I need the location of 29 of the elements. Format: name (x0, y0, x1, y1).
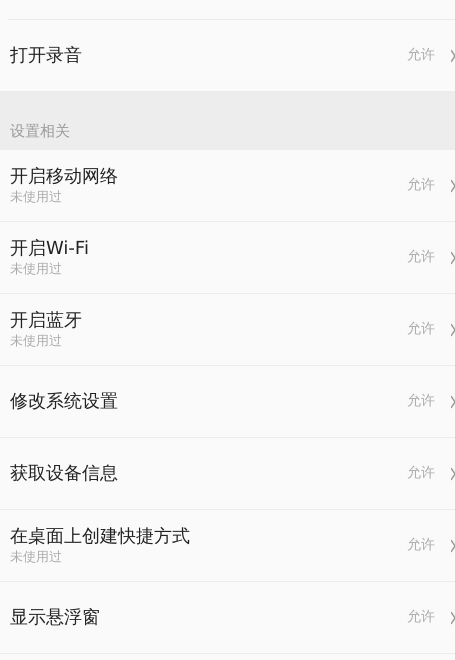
chevron-icon (451, 48, 455, 62)
permission-value: 允许 (407, 392, 435, 411)
permission-title: 在桌面上创建快捷方式 (10, 525, 191, 549)
permission-value: 允许 (407, 608, 435, 627)
permission-value: 允许 (407, 248, 435, 267)
chevron-icon (451, 322, 455, 336)
permission-value: 允许 (407, 536, 435, 555)
permission-value: 允许 (407, 464, 435, 483)
permission-title: 修改系统设置 (10, 390, 119, 414)
permission-value: 允许 (407, 46, 435, 65)
permission-title: 开启Wi-Fi (10, 237, 90, 261)
chevron-icon (451, 466, 455, 480)
usage-note: 未使用过 (10, 189, 63, 206)
chevron-icon (451, 250, 455, 264)
permission-value: 允许 (407, 176, 435, 195)
usage-note: 未使用过 (10, 261, 63, 278)
chevron-icon (451, 394, 455, 408)
section-title: 设置相关 (10, 120, 70, 142)
chevron-icon (451, 538, 455, 552)
chevron-icon (451, 610, 455, 624)
permission-value: 允许 (407, 320, 435, 339)
permission-title: 开启蓝牙 (10, 309, 83, 333)
chevron-icon (451, 178, 455, 192)
permission-title: 打开录音 (10, 44, 83, 68)
usage-note: 未使用过 (10, 549, 63, 566)
permission-title: 获取设备信息 (10, 462, 119, 486)
usage-note: 未使用过 (10, 333, 63, 350)
permission-title: 显示悬浮窗 (10, 606, 101, 630)
permission-title: 开启移动网络 (10, 165, 119, 189)
